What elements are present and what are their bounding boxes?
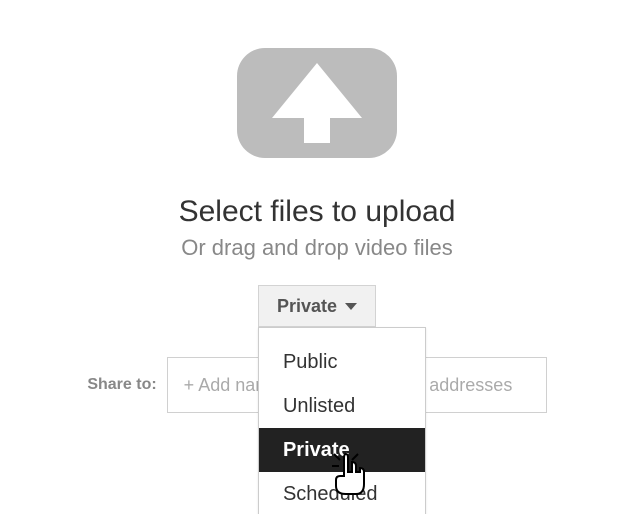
privacy-option-private[interactable]: Private	[259, 428, 425, 472]
upload-subtitle: Or drag and drop video files	[0, 235, 634, 261]
privacy-selected-label: Private	[277, 296, 337, 317]
upload-title: Select files to upload	[0, 195, 634, 229]
privacy-dropdown-menu: Public Unlisted Private Scheduled	[258, 327, 426, 514]
chevron-down-icon	[345, 303, 357, 310]
upload-icon[interactable]	[232, 28, 402, 173]
privacy-option-public[interactable]: Public	[259, 340, 425, 384]
privacy-option-unlisted[interactable]: Unlisted	[259, 384, 425, 428]
share-to-label: Share to:	[87, 376, 156, 394]
privacy-dropdown-button[interactable]: Private	[258, 285, 376, 327]
privacy-option-scheduled[interactable]: Scheduled	[259, 472, 425, 514]
